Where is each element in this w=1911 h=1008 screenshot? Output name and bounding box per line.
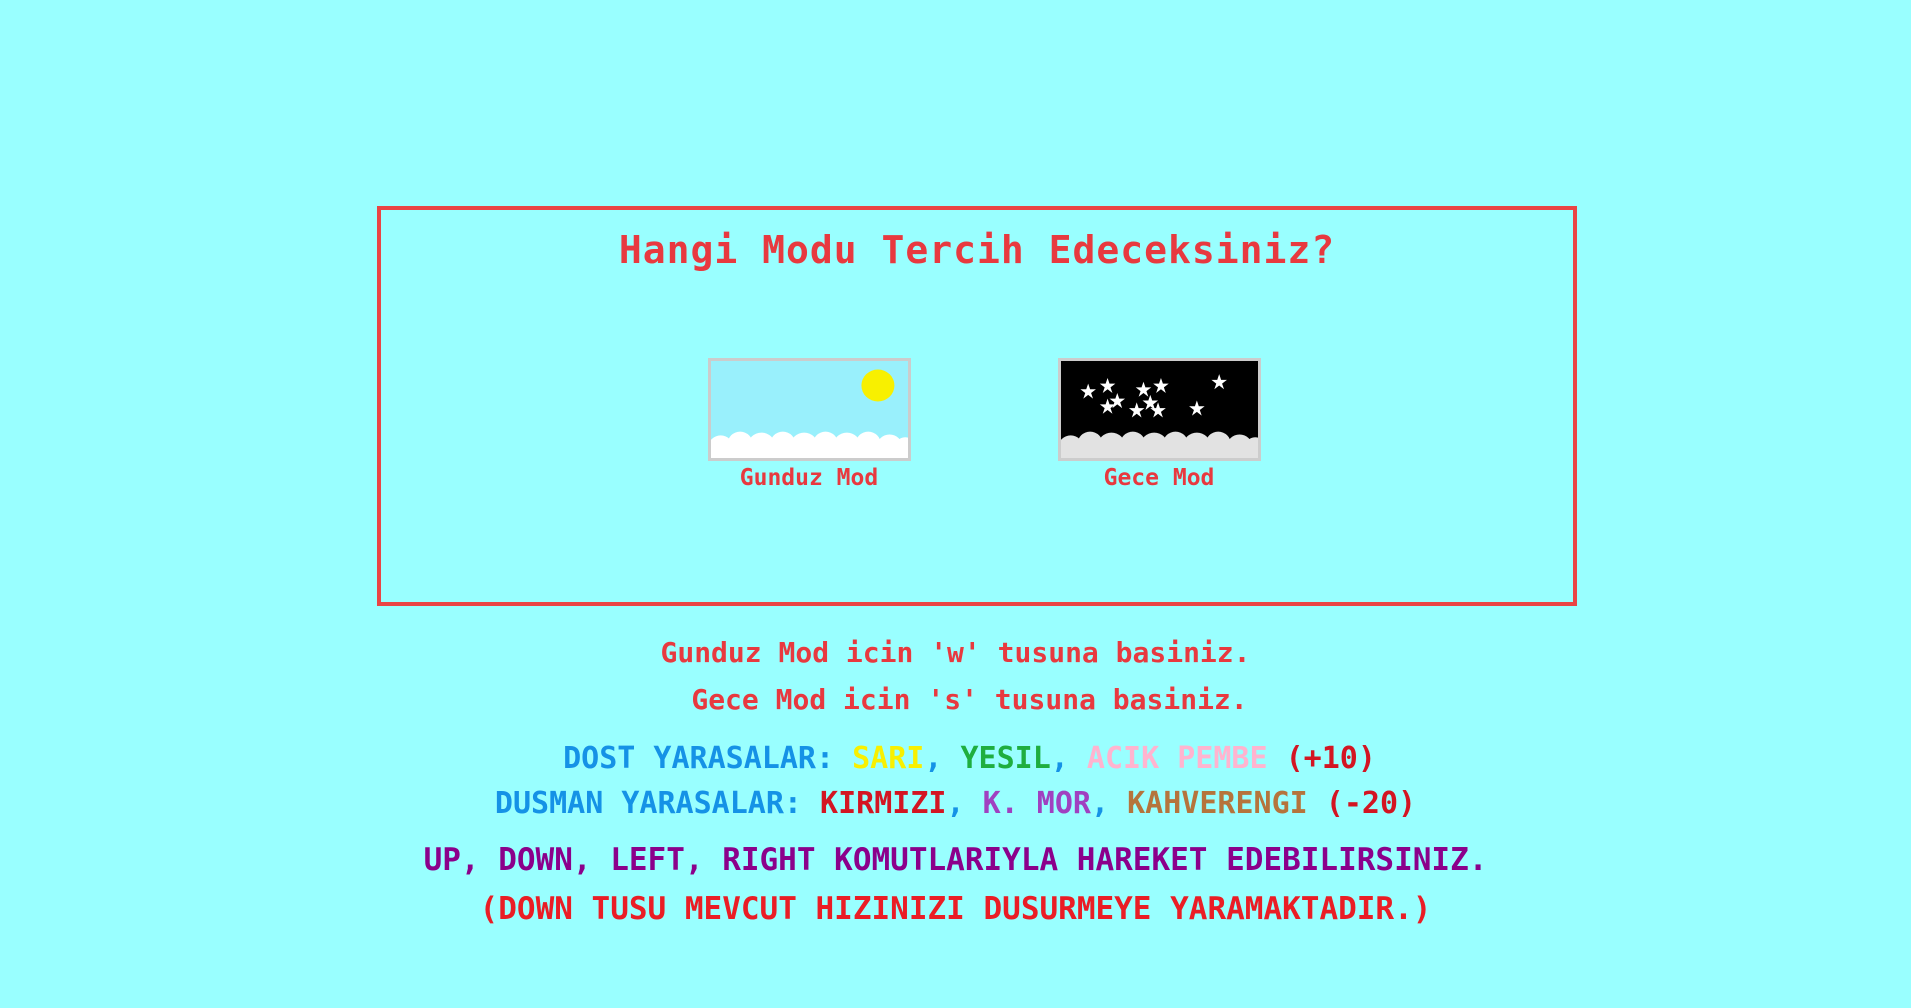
night-thumbnail-icon[interactable] [1057, 358, 1261, 461]
separator: , [946, 786, 965, 821]
enemy-color-purple: K. MOR [982, 786, 1091, 821]
friendly-bats-line: DOST YARASALAR: SARI, YESIL, ACIK PEMBE … [0, 741, 1911, 776]
enemy-bats-label: DUSMAN YARASALAR: [494, 786, 802, 821]
separator: , [1050, 741, 1069, 776]
movement-instruction: UP, DOWN, LEFT, RIGHT KOMUTLARIYLA HAREK… [423, 842, 1488, 878]
friendly-bats-label: DOST YARASALAR: [563, 741, 835, 776]
mode-select-dialog: Hangi Modu Tercih Edeceksiniz? Gunduz Mo… [377, 206, 1577, 606]
enemy-color-brown: KAHVERENGI [1127, 786, 1308, 821]
day-mode-label: Gunduz Mod [739, 465, 879, 491]
down-key-note: (DOWN TUSU MEVCUT HIZINIZI DUSURMEYE YAR… [479, 891, 1432, 927]
night-mode-option[interactable]: Gece Mod [1049, 358, 1269, 491]
day-mode-option[interactable]: Gunduz Mod [699, 358, 919, 491]
friendly-color-yellow: SARI [852, 741, 925, 776]
dialog-title: Hangi Modu Tercih Edeceksiniz? [618, 228, 1336, 272]
enemy-points: (-20) [1325, 786, 1417, 821]
friendly-color-pink: ACIK PEMBE [1086, 741, 1268, 776]
day-key-instruction: Gunduz Mod icin 'w' tusuna basiniz. [660, 636, 1251, 669]
night-mode-label: Gece Mod [1103, 465, 1215, 491]
day-thumbnail-icon[interactable] [707, 358, 911, 461]
enemy-bats-line: DUSMAN YARASALAR: KIRMIZI, K. MOR, KAHVE… [0, 786, 1911, 821]
friendly-color-green: YESIL [960, 741, 1051, 776]
separator: , [924, 741, 943, 776]
friendly-points: (+10) [1285, 741, 1376, 776]
enemy-color-red: KIRMIZI [820, 786, 947, 821]
separator: , [1090, 786, 1110, 821]
night-key-instruction: Gece Mod icin 's' tusuna basiniz. [691, 683, 1248, 716]
